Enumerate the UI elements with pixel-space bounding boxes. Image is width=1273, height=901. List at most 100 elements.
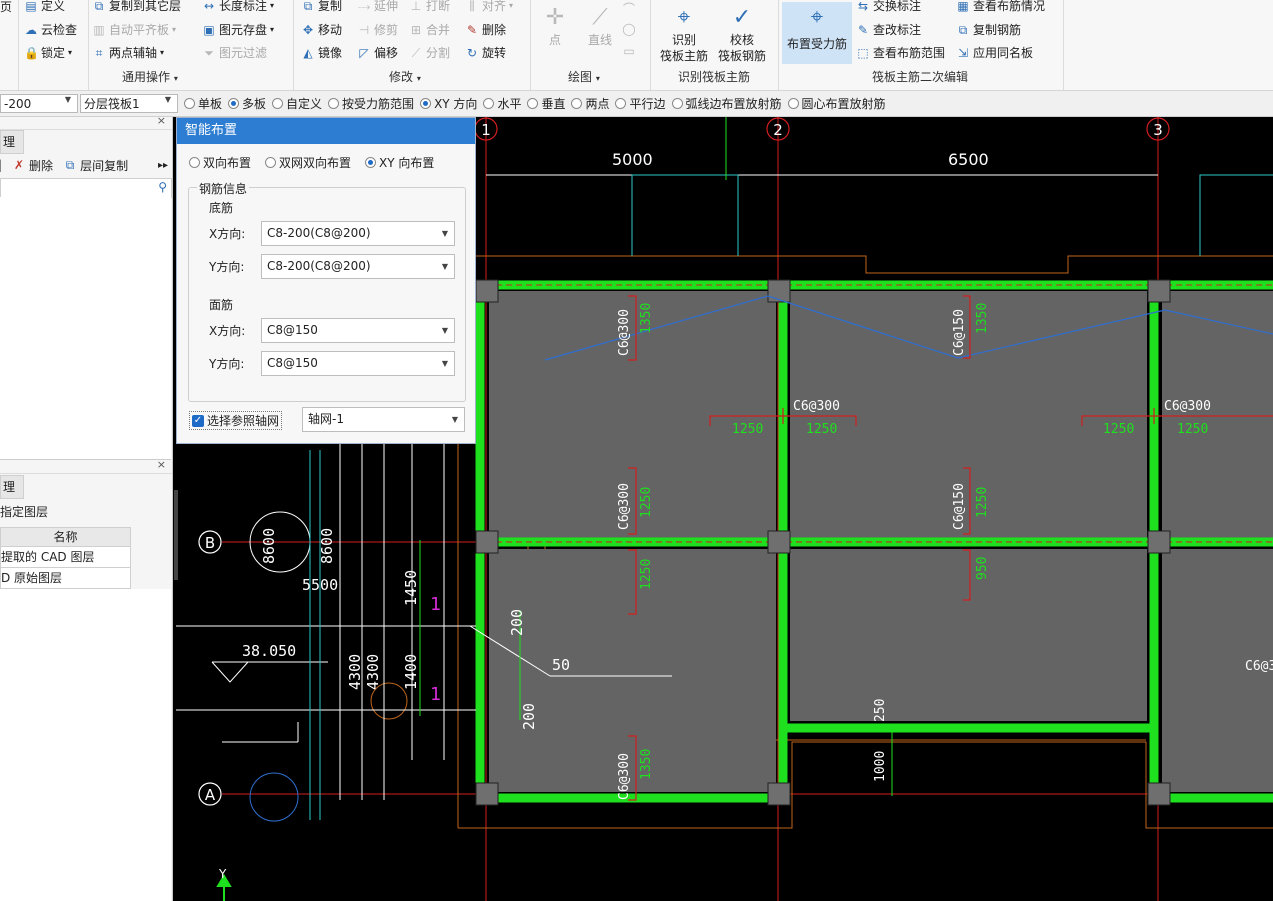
merge-button[interactable]: ⊞ 合并 — [409, 21, 450, 38]
rotate-button[interactable]: ↻ 旋转 — [465, 44, 506, 61]
left-dimension: 4300 — [364, 654, 382, 690]
close-icon[interactable]: × — [157, 114, 166, 127]
delete-button[interactable]: ✎ 删除 — [465, 21, 506, 38]
panel-search-input[interactable]: ⚲ — [0, 178, 172, 198]
check-raft-rebar-button[interactable]: ✓ 校核 筏板钢筋 — [714, 2, 770, 64]
left-dimension: 200 — [520, 703, 538, 730]
identify-raft-rebar-button[interactable]: ⌖ 识别 筏板主筋 — [656, 2, 712, 64]
bottom-y-select[interactable]: C8-200(C8@200) ▼ — [261, 254, 455, 279]
row-axis-label: B — [205, 534, 215, 552]
axis-number: 3 — [1153, 121, 1163, 139]
bottom-x-select[interactable]: C8-200(C8@200) ▼ — [261, 221, 455, 246]
section-mark: 1 — [430, 684, 441, 705]
group-label-draw: 绘图 ▾ — [568, 70, 600, 84]
chevron-down-icon: ▼ — [64, 95, 71, 104]
radio-icon — [328, 98, 340, 109]
rect-draw-button[interactable]: ▭ — [622, 44, 636, 58]
copy-button[interactable]: ⧉ 复制 — [301, 0, 342, 14]
copy-rebar-icon: ⧉ — [958, 22, 968, 37]
placement-mode-radio[interactable]: XY 向布置 — [361, 154, 434, 171]
dimension-label: 1250 — [975, 487, 990, 518]
option-radio[interactable]: 单板 — [178, 95, 222, 112]
option-radio[interactable]: 平行边 — [609, 95, 666, 112]
chevron-down-icon: ▼ — [441, 262, 448, 271]
filter-icon: ⏷ — [204, 45, 214, 60]
top-x-select[interactable]: C8@150 ▼ — [261, 318, 455, 343]
search-icon[interactable]: ⚲ — [158, 180, 167, 194]
move-button[interactable]: ✥ 移动 — [301, 21, 342, 38]
offset-button[interactable]: ◸ 偏移 — [357, 44, 398, 61]
radio-selected-icon — [420, 98, 432, 109]
apply-same-name-slab-button[interactable]: ⇲ 应用同名板 — [956, 44, 1033, 61]
define-button[interactable]: ▤ 定义 — [24, 0, 65, 14]
circle-icon: ◯ — [622, 22, 636, 36]
copy-floor-icon: ⧉ — [94, 0, 104, 13]
lock-button[interactable]: 🔒 锁定 ▾ — [24, 44, 72, 61]
layer-combo[interactable]: 分层筏板1 ▼ — [80, 94, 178, 113]
ref-axis-select[interactable]: 轴网-1 ▼ — [302, 407, 465, 432]
arc-draw-button[interactable]: ⌒ — [622, 2, 636, 16]
radio-icon — [671, 98, 683, 109]
view-rebar-range-button[interactable]: ⬚ 查看布筋范围 — [856, 44, 945, 61]
dimension-label: 250 — [873, 699, 888, 722]
panel-tree — [0, 197, 171, 460]
line-draw-button[interactable]: ⟋ 直线 — [582, 2, 618, 48]
top-y-select[interactable]: C8@150 ▼ — [261, 351, 455, 376]
option-radio[interactable]: 垂直 — [521, 95, 565, 112]
ribbon-group-identify: ⌖ 识别 筏板主筋 ✓ 校核 筏板钢筋 识别筏板主筋 — [650, 0, 779, 90]
panel-header: × — [0, 114, 172, 130]
placement-mode-radio[interactable]: 双向布置 — [185, 154, 251, 171]
break-button[interactable]: ⊥ 打断 — [409, 0, 450, 14]
point-draw-button[interactable]: ✛ 点 — [540, 2, 570, 48]
floor-copy-button[interactable]: ⧉ 层间复制 — [63, 157, 128, 174]
split-button[interactable]: ⟋ 分割 — [409, 44, 450, 61]
auto-align-slab-button[interactable]: ▥ 自动平齐板 ▾ — [92, 21, 176, 38]
circle-draw-button[interactable]: ◯ — [622, 22, 636, 36]
group-label-secondary: 筏板主筋二次编辑 — [872, 70, 969, 84]
view-rebar-status-button[interactable]: ▦ 查看布筋情况 — [956, 0, 1045, 14]
panel-tab-layer-manage[interactable]: 理 — [0, 475, 24, 499]
place-main-rebar-button[interactable]: ⌖ 布置受力筋 — [782, 2, 852, 64]
ref-axis-checkbox[interactable]: ✓ 选择参照轴网 — [189, 411, 283, 430]
clipped-text: 页 — [0, 0, 13, 14]
edit-annotation-button[interactable]: ✎ 查改标注 — [856, 21, 921, 38]
layer-table-header: 名称 — [0, 527, 131, 547]
panel-delete-button[interactable]: ✗ 删除 — [12, 157, 53, 174]
length-dimension-button[interactable]: ↔ 长度标注 ▾ — [202, 0, 274, 14]
option-radio[interactable]: 弧线边布置放射筋 — [666, 95, 782, 112]
close-icon[interactable]: × — [157, 458, 166, 471]
option-radio[interactable]: 圆心布置放射筋 — [782, 95, 886, 112]
copy-rebar-button[interactable]: ⧉ 复制钢筋 — [956, 21, 1021, 38]
option-radio[interactable]: 水平 — [477, 95, 521, 112]
align-icon: ⫼ — [469, 0, 475, 13]
placement-mode-radio[interactable]: 双网双向布置 — [261, 154, 351, 171]
option-radio[interactable]: XY 方向 — [414, 95, 477, 112]
option-radio[interactable]: 按受力筋范围 — [322, 95, 414, 112]
align-button[interactable]: ⫼ 对齐 ▾ — [465, 0, 513, 14]
cloud-check-button[interactable]: ☁ 云检查 — [24, 21, 77, 38]
options-bar: -200 ▼ 分层筏板1 ▼ 单板 多板 自定义 按受力筋范围 XY 方向 水平 垂直 两点 平行边… — [0, 91, 1273, 117]
rebar-spec-combo[interactable]: -200 ▼ — [0, 94, 78, 113]
extend-icon: ⤏ — [357, 0, 371, 13]
dialog-title: 智能布置 — [177, 118, 475, 144]
option-radio[interactable]: 自定义 — [266, 95, 322, 112]
copy-to-other-floor-button[interactable]: ⧉ 复制到其它层 — [92, 0, 181, 14]
element-save-button[interactable]: ▣ 图元存盘 ▾ — [202, 21, 274, 38]
option-radio[interactable]: 两点 — [565, 95, 609, 112]
two-point-axis-button[interactable]: ⌗ 两点辅轴 ▾ — [92, 44, 164, 61]
option-radio[interactable]: 多板 — [222, 95, 266, 112]
layer-row[interactable]: 提取的 CAD 图层 — [0, 546, 131, 568]
panel-tab-manage[interactable]: 理 — [0, 130, 24, 154]
rebar-label: C6@300 — [1245, 659, 1273, 674]
mirror-button[interactable]: ◭ 镜像 — [301, 44, 342, 61]
extend-button[interactable]: ⤏ 延伸 — [357, 0, 398, 14]
swap-annotation-button[interactable]: ⇆ 交换标注 — [856, 0, 921, 14]
element-filter-button[interactable]: ⏷ 图元过滤 — [202, 44, 267, 61]
apply-icon: ⇲ — [957, 45, 969, 60]
elevation-label: 38.050 — [242, 642, 296, 660]
expand-icon[interactable]: ▸▸ — [158, 160, 168, 171]
layer-row[interactable]: D 原始图层 — [0, 567, 131, 589]
trim-button[interactable]: ⊣ 修剪 — [357, 21, 398, 38]
dimension-label: 1350 — [639, 303, 654, 334]
dimension-label: 950 — [975, 557, 990, 580]
